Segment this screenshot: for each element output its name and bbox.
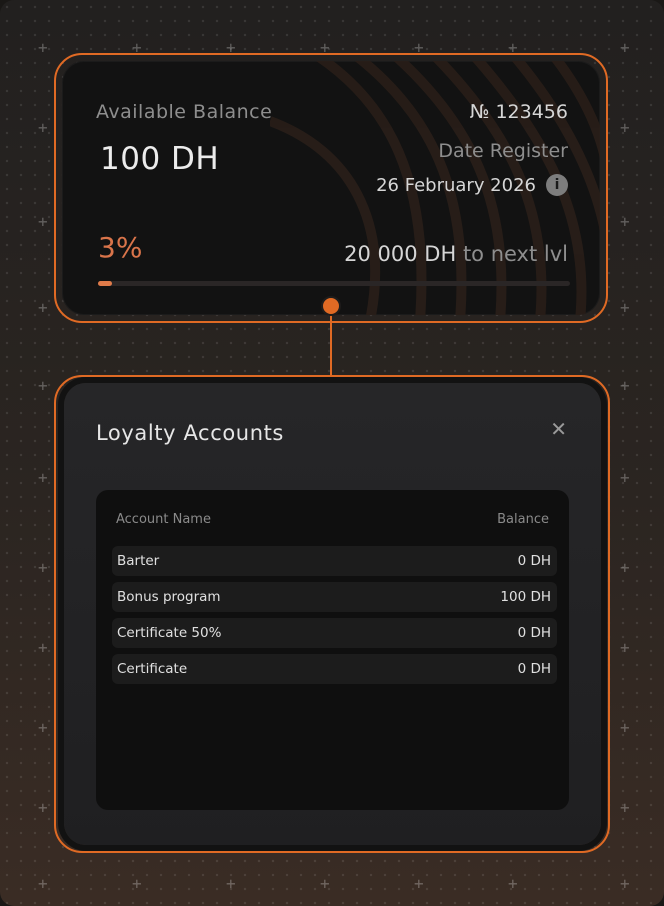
level-progress-fill — [98, 281, 113, 286]
account-balance-cell: 100 DH — [500, 589, 551, 605]
balance-amount: 100 DH — [100, 141, 220, 177]
plus-marker: + — [620, 798, 630, 817]
accounts-table: Account Name Balance Barter 0 DH Bonus p… — [96, 490, 569, 810]
plus-marker: + — [38, 298, 48, 317]
date-register-label: Date Register — [438, 140, 568, 162]
next-level-amount: 20 000 DH — [344, 242, 457, 266]
table-row[interactable]: Bonus program 100 DH — [112, 582, 557, 612]
plus-marker: + — [414, 874, 424, 893]
loyalty-accounts-modal: Loyalty Accounts ✕ Account Name Balance … — [64, 383, 601, 845]
plus-marker: + — [38, 558, 48, 577]
plus-marker: + — [38, 118, 48, 137]
plus-marker: + — [38, 468, 48, 487]
table-header: Account Name Balance — [116, 512, 549, 527]
table-row[interactable]: Certificate 0 DH — [112, 654, 557, 684]
plus-marker: + — [620, 212, 630, 231]
plus-marker: + — [620, 638, 630, 657]
plus-marker: + — [508, 874, 518, 893]
account-balance-cell: 0 DH — [517, 661, 551, 677]
plus-marker: + — [620, 118, 630, 137]
account-name-cell: Barter — [117, 553, 160, 569]
plus-marker: + — [226, 874, 236, 893]
account-name-cell: Certificate 50% — [117, 625, 222, 641]
plus-marker: + — [620, 558, 630, 577]
background-frame: ++++++++++++++++++++++++++++++++++++++++… — [0, 0, 664, 906]
plus-marker: + — [620, 298, 630, 317]
column-header-account-name: Account Name — [116, 512, 211, 527]
available-balance-label: Available Balance — [96, 101, 273, 123]
date-register-value: 26 February 2026 — [376, 174, 536, 196]
plus-marker: + — [620, 874, 630, 893]
plus-marker: + — [320, 874, 330, 893]
next-level-suffix: to next lvl — [456, 242, 568, 266]
column-header-balance: Balance — [497, 512, 549, 527]
info-icon[interactable]: i — [546, 174, 568, 196]
plus-marker: + — [38, 38, 48, 57]
plus-marker: + — [620, 376, 630, 395]
table-row[interactable]: Barter 0 DH — [112, 546, 557, 576]
account-name-cell: Certificate — [117, 661, 188, 677]
plus-marker: + — [38, 874, 48, 893]
plus-marker: + — [38, 718, 48, 737]
plus-marker: + — [38, 798, 48, 817]
modal-title: Loyalty Accounts — [96, 421, 284, 445]
balance-card: Available Balance 100 DH № 123456 Date R… — [62, 61, 600, 315]
plus-marker: + — [38, 212, 48, 231]
plus-marker: + — [38, 638, 48, 657]
account-balance-cell: 0 DH — [517, 553, 551, 569]
connector-dot-top — [321, 296, 341, 316]
plus-marker: + — [132, 874, 142, 893]
plus-marker: + — [620, 718, 630, 737]
plus-marker: + — [38, 376, 48, 395]
date-register-row: 26 February 2026 i — [376, 174, 568, 196]
account-name-cell: Bonus program — [117, 589, 221, 605]
plus-marker: + — [620, 468, 630, 487]
table-row[interactable]: Certificate 50% 0 DH — [112, 618, 557, 648]
account-number: № 123456 — [469, 101, 568, 123]
plus-marker: + — [620, 38, 630, 57]
level-progress-bar — [98, 281, 570, 286]
account-balance-cell: 0 DH — [517, 625, 551, 641]
progress-percent: 3% — [98, 231, 143, 264]
close-icon[interactable]: ✕ — [550, 417, 567, 441]
next-level-text: 20 000 DH to next lvl — [344, 242, 568, 266]
